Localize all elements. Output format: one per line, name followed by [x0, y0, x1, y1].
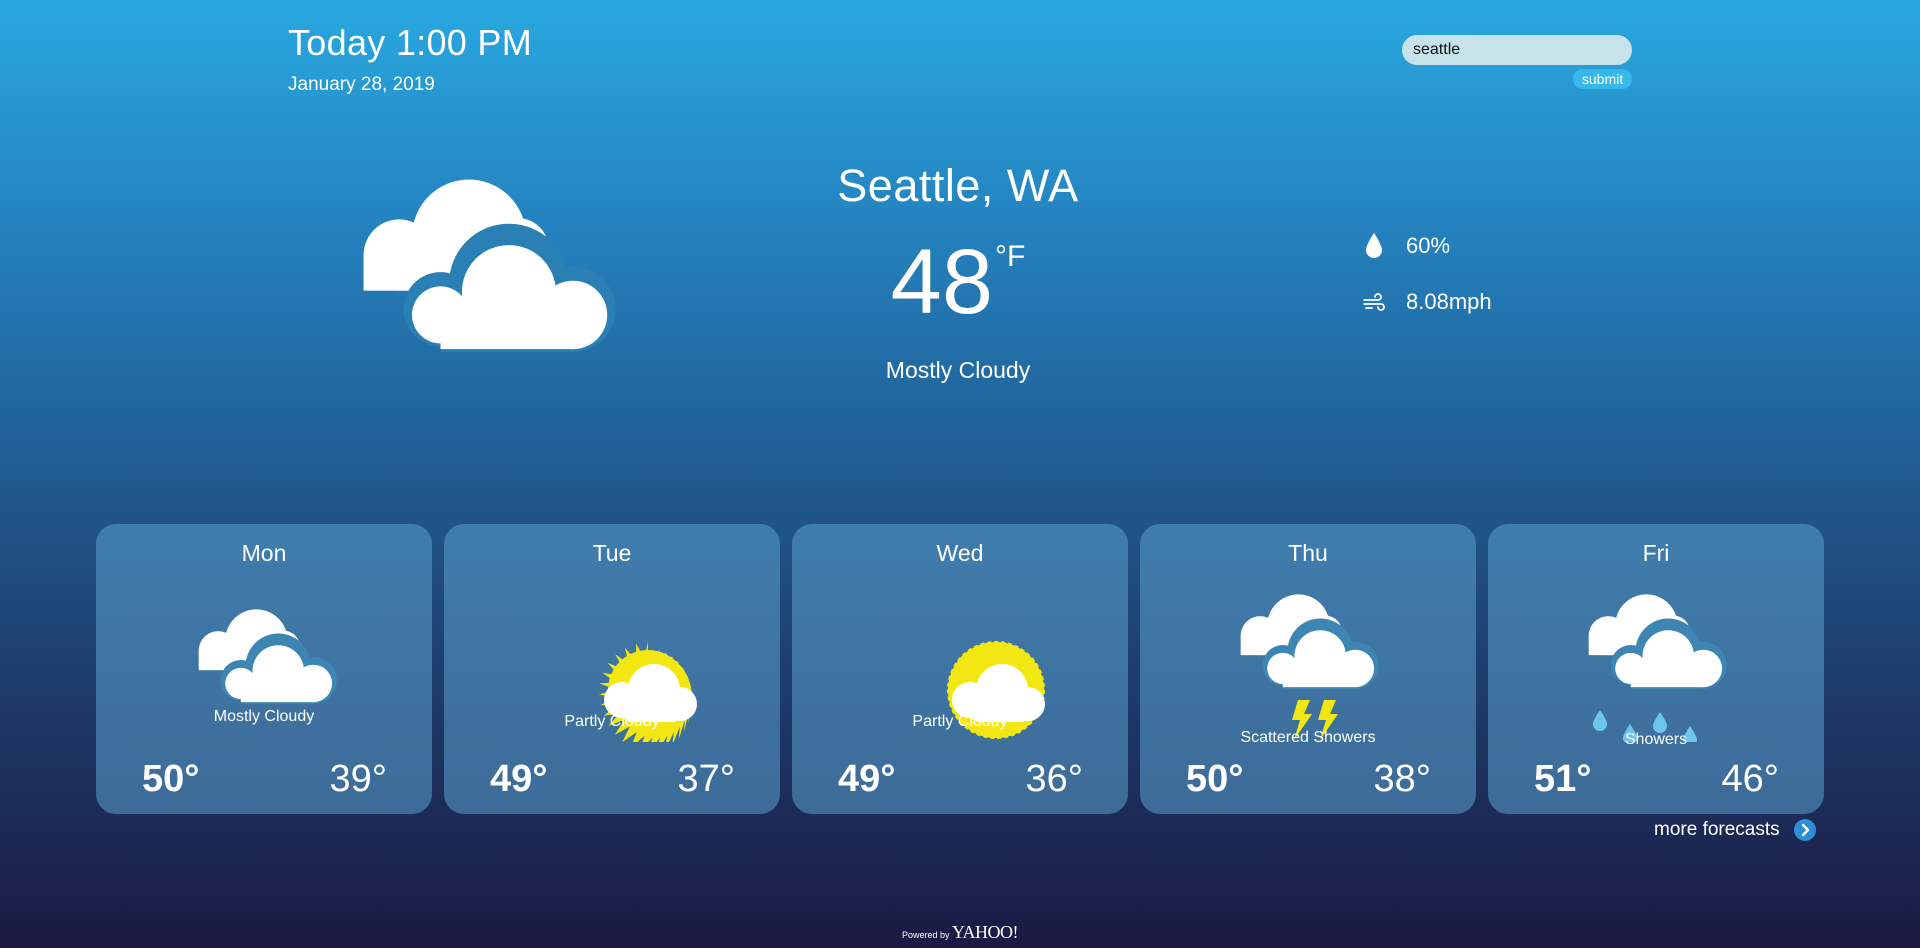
forecast-day: Thu: [1288, 540, 1328, 566]
more-forecasts-label: more forecasts: [1654, 819, 1780, 840]
forecast-condition: Partly Cloudy: [912, 713, 1008, 730]
forecast-card-tue: Tue Partly Cloudy 49° 37°: [444, 524, 780, 814]
wind-stat: 8.08mph: [1362, 286, 1492, 318]
forecast-high: 51°: [1534, 758, 1592, 800]
forecast-high: 49°: [838, 758, 896, 800]
chevron-right-circle-icon: [1793, 819, 1816, 841]
forecast-condition: Partly Cloudy: [564, 713, 660, 730]
more-forecasts-link[interactable]: more forecasts: [1654, 818, 1816, 842]
forecast-low: 46°: [1721, 758, 1779, 800]
forecast-high: 50°: [142, 758, 200, 800]
powered-by-label: Powered by: [901, 930, 950, 940]
water-drop-icon: [1366, 233, 1382, 258]
current-time: Today 1:00 PM: [288, 22, 533, 63]
forecast-low: 37°: [677, 758, 735, 800]
wind-icon: [1363, 293, 1385, 311]
forecast-card-wed: Wed Partly Cloudy 49° 36°: [792, 524, 1128, 814]
thunderstorm-icon: [1240, 594, 1379, 740]
forecast-low: 36°: [1025, 758, 1083, 800]
current-condition: Mostly Cloudy: [885, 357, 1031, 383]
forecast-day: Fri: [1642, 540, 1670, 566]
humidity-value: 60%: [1406, 233, 1451, 258]
forecast-card-thu: Thu Scattered Showers 50° 38°: [1140, 524, 1476, 814]
powered-by-footer: Powered by YAHOO!: [0, 922, 1920, 943]
forecast-card-mon: Mon Mostly Cloudy 50° 39°: [96, 524, 432, 814]
forecast-day: Mon: [241, 540, 287, 566]
forecast-card-fri: Fri Showers 51° 46°: [1488, 524, 1824, 814]
forecast-high: 50°: [1186, 758, 1244, 800]
forecast-condition: Showers: [1624, 731, 1688, 748]
temperature-unit: °F: [995, 240, 1026, 273]
current-date: January 28, 2019: [288, 74, 435, 95]
yahoo-logo: YAHOO!: [952, 922, 1019, 942]
humidity-stat: 60%: [1362, 230, 1450, 262]
forecast-high: 49°: [490, 758, 548, 800]
forecast-day: Wed: [936, 540, 984, 566]
forecast-low: 38°: [1373, 758, 1431, 800]
submit-button[interactable]: submit: [1573, 69, 1632, 89]
current-temperature: 48°F: [758, 232, 1158, 332]
forecast-day: Tue: [592, 540, 632, 566]
temperature-value: 48: [890, 231, 993, 333]
rain-showers-icon: [1588, 594, 1727, 742]
mostly-cloudy-icon: [363, 179, 616, 352]
forecast-condition: Mostly Cloudy: [213, 708, 315, 725]
forecast-low: 39°: [329, 758, 387, 800]
city-name: Seattle, WA: [837, 160, 1079, 211]
wind-value: 8.08mph: [1406, 289, 1492, 314]
search-input[interactable]: [1402, 35, 1632, 65]
forecast-condition: Scattered Showers: [1240, 729, 1376, 746]
